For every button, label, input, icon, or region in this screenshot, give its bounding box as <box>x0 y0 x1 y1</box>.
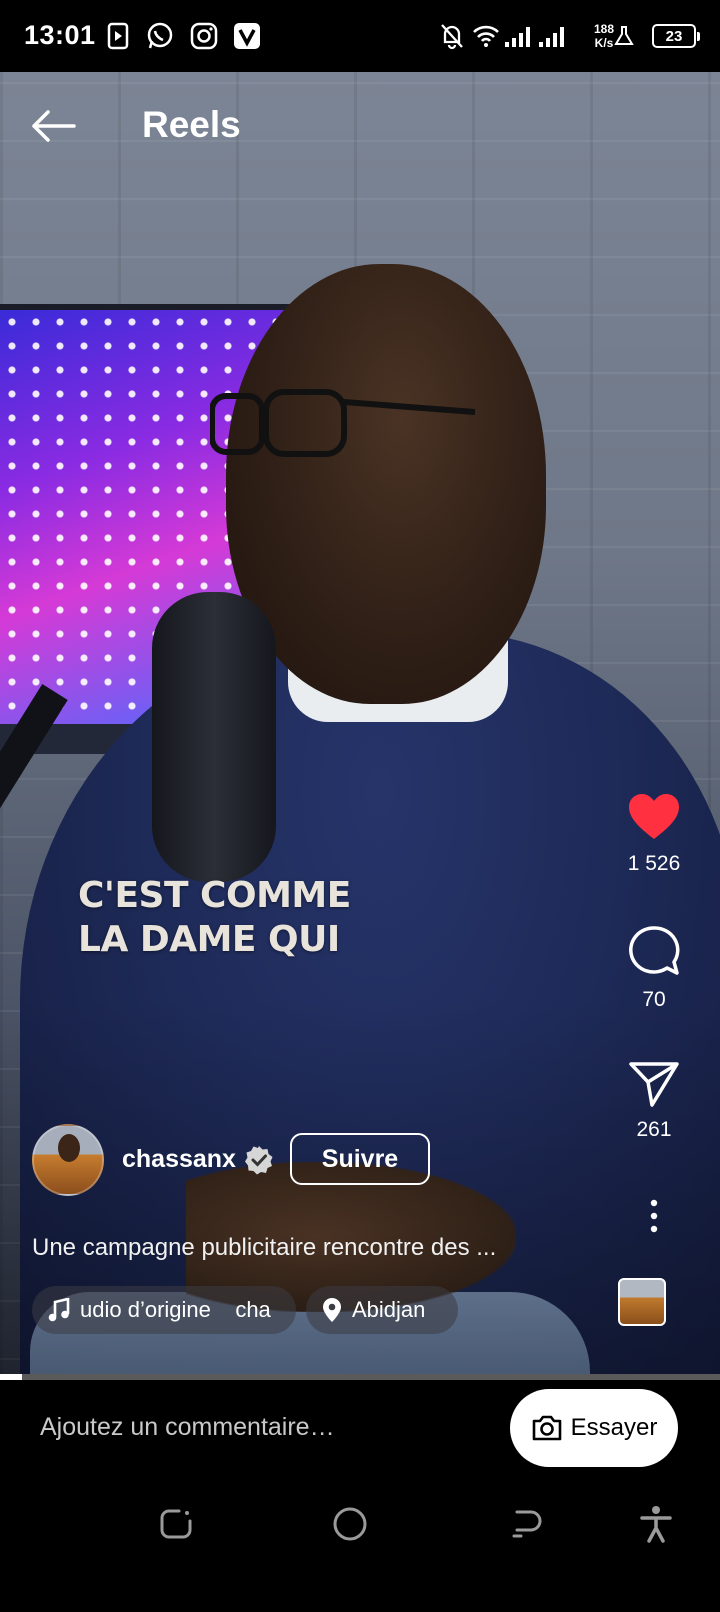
reel-video[interactable] <box>0 72 720 1418</box>
avatar-face <box>58 1134 80 1162</box>
like-button[interactable]: 1 526 <box>614 792 694 876</box>
instagram-icon <box>188 19 220 53</box>
caption-line: LA DAME QUI <box>78 919 340 960</box>
alert-icon <box>612 19 636 53</box>
location-label: Abidjan <box>352 1297 426 1322</box>
music-note-icon <box>48 1298 70 1322</box>
audio-thumbnail[interactable] <box>618 1278 666 1326</box>
accessibility-button[interactable] <box>632 1500 680 1548</box>
location-chip[interactable]: Abidjan <box>306 1286 458 1334</box>
post-description[interactable]: Une campagne publicitaire rencontre des … <box>32 1234 562 1262</box>
page-title: Reels <box>142 104 241 145</box>
whatsapp-icon <box>144 19 176 53</box>
comment-count: 70 <box>642 988 666 1011</box>
try-effect-button[interactable]: Essayer <box>510 1389 678 1467</box>
media-player-icon <box>106 19 130 53</box>
home-button[interactable] <box>326 1500 374 1548</box>
vivavideo-icon <box>232 19 262 53</box>
arrow-left-icon <box>32 110 76 142</box>
like-count: 1 526 <box>627 852 681 875</box>
location-pin-icon <box>323 1298 341 1322</box>
recents-button[interactable] <box>152 1500 200 1548</box>
microphone-illustration <box>152 592 276 882</box>
battery-icon: 23 <box>652 24 700 48</box>
comment-icon <box>629 926 680 975</box>
audio-label: udio d’origine cha <box>80 1297 271 1322</box>
bell-off-icon <box>438 19 466 53</box>
follow-button[interactable]: Suivre <box>290 1133 430 1185</box>
audio-chip[interactable]: udio d’origine cha <box>32 1286 296 1334</box>
video-caption: C'EST COMME LA DAME QUI <box>78 874 398 962</box>
status-bar: 13:01 188 K/s 23 <box>0 0 720 72</box>
author-username[interactable]: chassanx <box>122 1145 236 1174</box>
comment-button[interactable]: 70 <box>614 924 694 1012</box>
reels-screen: 13:01 188 K/s 23 C'EST COMME LA DAME QUI… <box>0 0 720 1612</box>
try-label: Essayer <box>570 1414 658 1441</box>
signal-icon <box>538 19 568 53</box>
share-button[interactable]: 261 <box>614 1060 694 1142</box>
back-icon <box>512 1510 542 1538</box>
wifi-icon <box>472 19 500 53</box>
author-avatar[interactable] <box>32 1124 104 1196</box>
more-vertical-icon <box>650 1199 658 1233</box>
paper-plane-icon <box>629 1062 679 1107</box>
caption-line: C'EST COMME <box>78 875 351 916</box>
battery-level: 23 <box>665 27 683 45</box>
back-button[interactable] <box>30 104 80 148</box>
signal-icon <box>504 19 534 53</box>
glasses-illustration <box>210 389 476 457</box>
video-shade <box>0 998 720 1418</box>
more-button[interactable] <box>614 1198 694 1234</box>
status-time: 13:01 <box>24 20 96 50</box>
accessibility-icon <box>640 1506 672 1543</box>
comment-input[interactable]: Ajoutez un commentaire… <box>40 1413 480 1442</box>
home-circle-icon <box>333 1507 367 1541</box>
system-back-button[interactable] <box>502 1500 550 1548</box>
share-count: 261 <box>636 1118 672 1141</box>
verified-badge-icon <box>245 1146 273 1175</box>
camera-icon <box>532 1415 561 1441</box>
recents-icon <box>160 1509 192 1539</box>
heart-icon <box>629 794 679 839</box>
